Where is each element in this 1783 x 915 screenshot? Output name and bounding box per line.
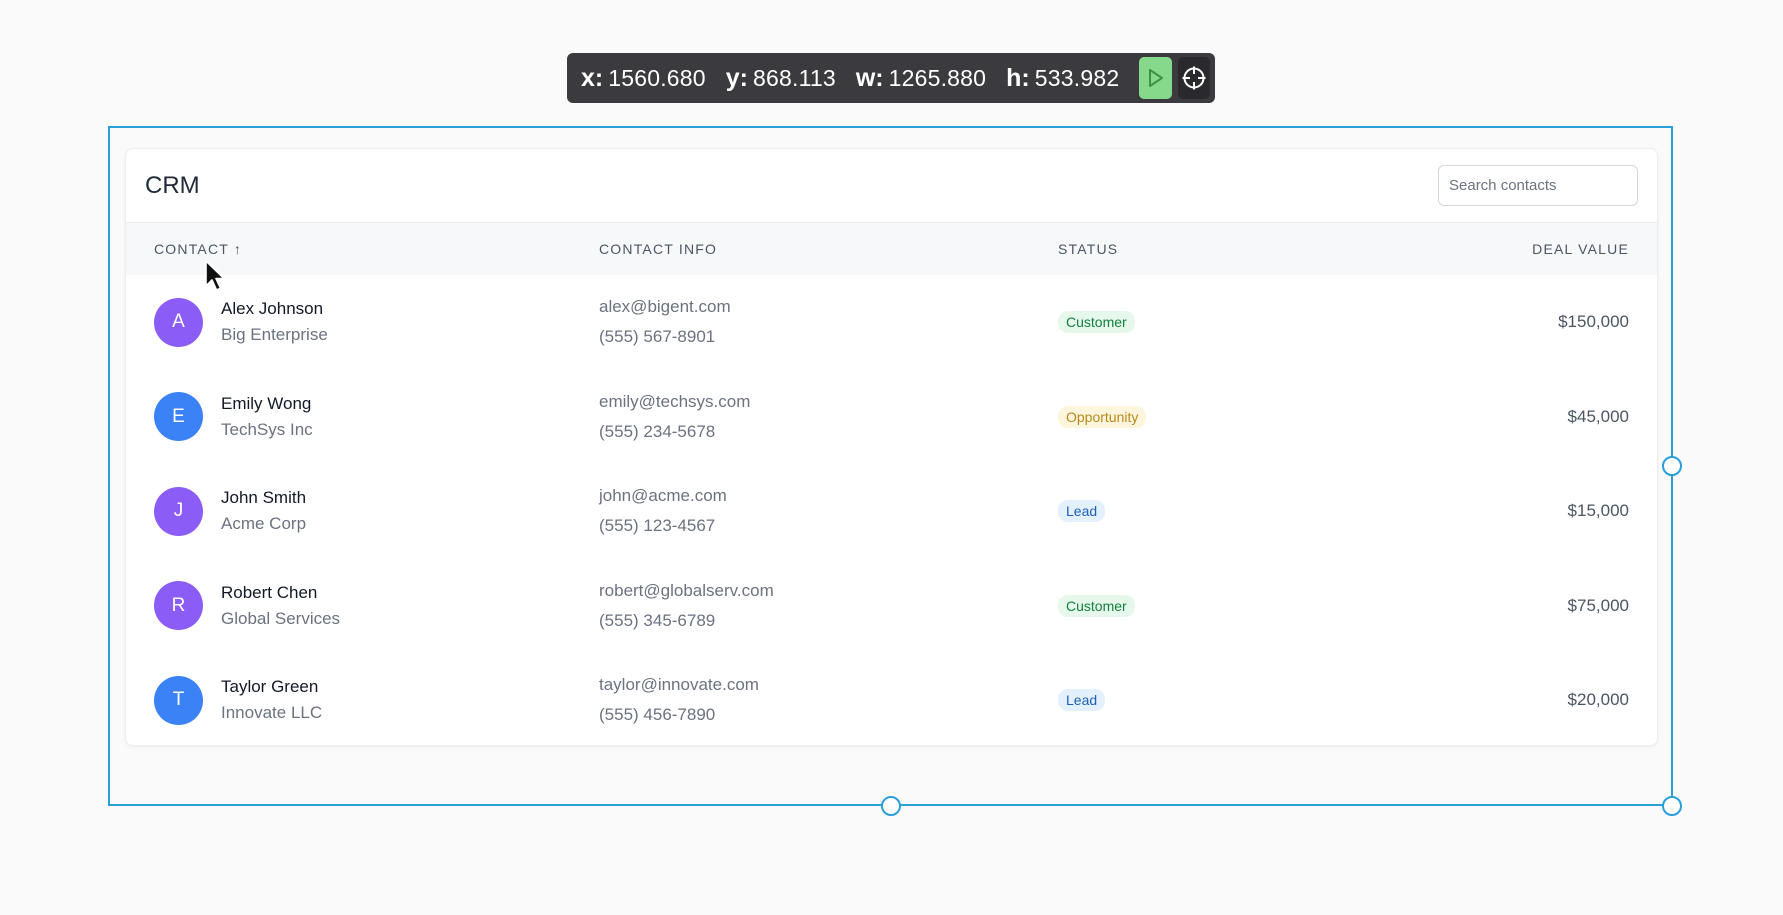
contact-email: emily@techsys.com (599, 391, 751, 411)
x-readout: x: 1560.680 (581, 64, 706, 93)
contact-info-cell: taylor@innovate.com (555) 456-7890 (599, 670, 1058, 730)
contact-cell: R Robert Chen Global Services (126, 580, 599, 632)
h-value: 533.982 (1034, 64, 1120, 91)
contact-cell: A Alex Johnson Big Enterprise (126, 296, 599, 348)
status-badge: Customer (1058, 594, 1135, 617)
status-cell: Customer (1058, 594, 1358, 617)
mouse-cursor-icon (205, 260, 225, 291)
h-readout: h: 533.982 (1006, 64, 1119, 93)
column-header-status[interactable]: STATUS (1058, 241, 1358, 257)
y-value: 868.113 (753, 64, 836, 91)
column-header-contact[interactable]: CONTACT ↑ (126, 241, 599, 257)
table-row[interactable]: J John Smith Acme Corp john@acme.com (55… (126, 464, 1657, 559)
play-button[interactable] (1139, 57, 1172, 99)
canvas: x: 1560.680 y: 868.113 w: 1265.880 h: 53… (0, 0, 1783, 915)
contact-company: Innovate LLC (221, 703, 323, 723)
w-readout: w: 1265.880 (856, 64, 986, 93)
deal-value: $45,000 (1567, 406, 1629, 426)
crosshair-button[interactable] (1177, 57, 1210, 99)
resize-handle-bottom-right[interactable] (1662, 796, 1682, 816)
contact-phone: (555) 123-4567 (599, 516, 716, 536)
status-badge: Lead (1058, 500, 1106, 523)
contact-name: Robert Chen (221, 582, 318, 602)
column-header-contact-info[interactable]: CONTACT INFO (599, 241, 1058, 257)
contact-phone: (555) 456-7890 (599, 705, 716, 725)
x-label: x: (581, 63, 604, 92)
contact-name: John Smith (221, 488, 307, 508)
status-badge: Lead (1058, 689, 1106, 712)
contact-info-cell: robert@globalserv.com (555) 345-6789 (599, 576, 1058, 636)
status-cell: Customer (1058, 311, 1358, 334)
resize-handle-bottom[interactable] (881, 796, 901, 816)
contact-phone: (555) 234-5678 (599, 421, 716, 441)
w-value: 1265.880 (888, 64, 987, 91)
contact-email: alex@bigent.com (599, 297, 731, 317)
table-row[interactable]: E Emily Wong TechSys Inc emily@techsys.c… (126, 370, 1657, 465)
contact-info-cell: john@acme.com (555) 123-4567 (599, 481, 1058, 541)
play-icon (1149, 69, 1164, 87)
status-badge: Customer (1058, 311, 1135, 334)
page-title: CRM (145, 171, 200, 199)
contact-cell: J John Smith Acme Corp (126, 485, 599, 537)
selection-toolbar: x: 1560.680 y: 868.113 w: 1265.880 h: 53… (567, 53, 1215, 103)
contact-name: Alex Johnson (221, 299, 324, 319)
crm-card: CRM CONTACT ↑ CONTACT INFO STATUS DEAL V… (125, 148, 1658, 746)
contact-cell: T Taylor Green Innovate LLC (126, 674, 599, 726)
deal-value: $150,000 (1558, 312, 1629, 332)
y-label: y: (725, 63, 748, 92)
column-header-deal-value[interactable]: DEAL VALUE (1358, 241, 1629, 257)
contact-phone: (555) 345-6789 (599, 610, 716, 630)
status-cell: Opportunity (1058, 405, 1358, 428)
contact-name: Taylor Green (221, 677, 319, 697)
contact-name: Emily Wong (221, 393, 312, 413)
table-body: A Alex Johnson Big Enterprise alex@bigen… (126, 275, 1657, 745)
table-header: CONTACT ↑ CONTACT INFO STATUS DEAL VALUE (126, 223, 1657, 275)
contact-email: robert@globalserv.com (599, 580, 774, 600)
deal-value: $15,000 (1567, 501, 1629, 521)
contact-cell: E Emily Wong TechSys Inc (126, 391, 599, 443)
resize-handle-right[interactable] (1662, 456, 1682, 476)
x-value: 1560.680 (608, 64, 706, 91)
w-label: w: (855, 63, 884, 92)
contact-info-cell: emily@techsys.com (555) 234-5678 (599, 387, 1058, 447)
status-badge: Opportunity (1058, 405, 1147, 428)
y-readout: y: 868.113 (726, 64, 836, 93)
contact-company: Big Enterprise (221, 325, 328, 345)
contact-company: Global Services (221, 608, 341, 628)
avatar: R (154, 581, 203, 631)
crosshair-icon (1182, 66, 1206, 90)
card-header: CRM (126, 149, 1657, 223)
contact-email: taylor@innovate.com (599, 675, 759, 695)
contact-phone: (555) 567-8901 (599, 327, 716, 347)
table-row[interactable]: R Robert Chen Global Services robert@glo… (126, 559, 1657, 654)
avatar: E (154, 392, 203, 442)
contact-company: TechSys Inc (221, 419, 313, 439)
status-cell: Lead (1058, 500, 1358, 523)
status-cell: Lead (1058, 689, 1358, 712)
table-row[interactable]: A Alex Johnson Big Enterprise alex@bigen… (126, 275, 1657, 370)
deal-value: $75,000 (1567, 595, 1629, 615)
contact-info-cell: alex@bigent.com (555) 567-8901 (599, 292, 1058, 352)
avatar: T (154, 675, 203, 725)
search-input[interactable] (1438, 165, 1638, 206)
table-row[interactable]: T Taylor Green Innovate LLC taylor@innov… (126, 653, 1657, 745)
avatar: J (154, 486, 203, 536)
avatar: A (154, 297, 203, 347)
contact-company: Acme Corp (221, 514, 307, 534)
contact-email: john@acme.com (599, 486, 727, 506)
h-label: h: (1006, 63, 1030, 92)
deal-value: $20,000 (1567, 690, 1629, 710)
